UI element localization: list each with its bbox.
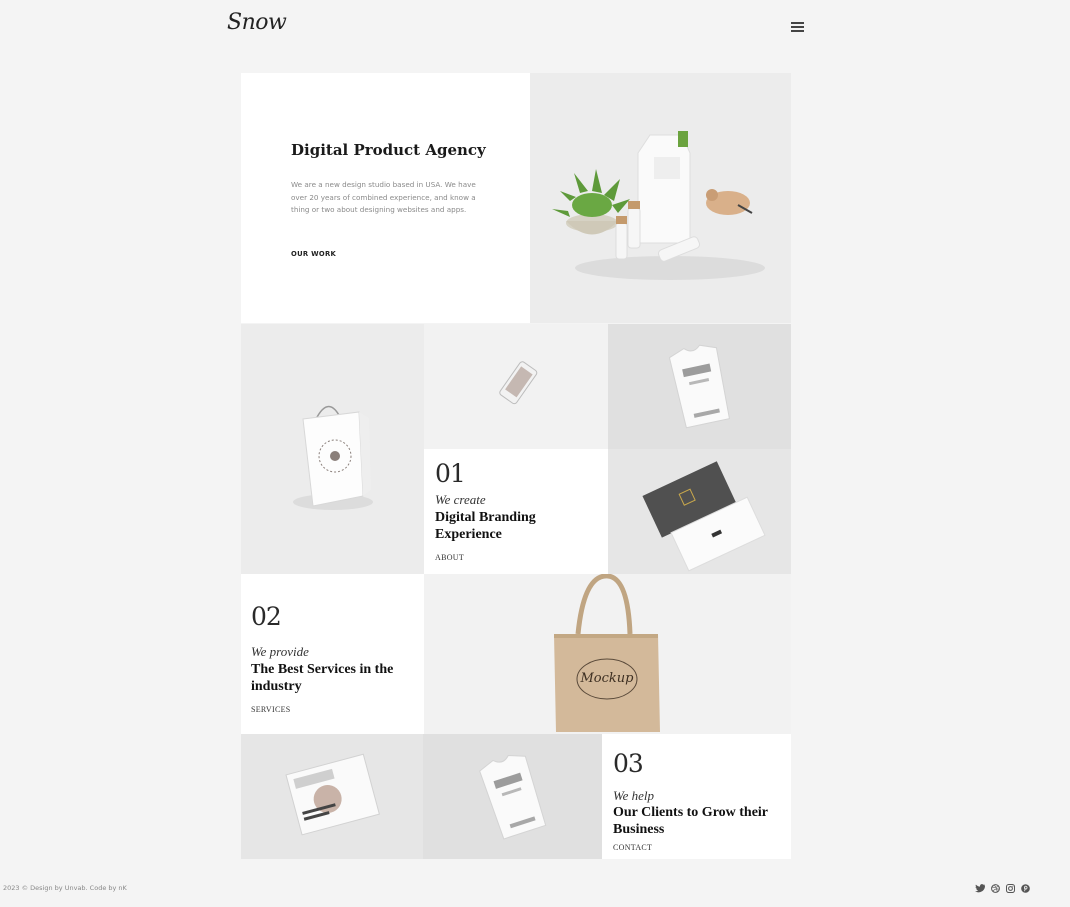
tote-bag-mockup-image[interactable]: Mockup — [424, 574, 791, 734]
feature-heading: The Best Services in the industry — [251, 662, 394, 694]
social-links — [975, 883, 1030, 893]
packaging-mockup-image[interactable] — [530, 73, 791, 323]
hamburger-menu-icon[interactable] — [791, 22, 804, 32]
feature-heading: Digital Branding Experience — [435, 510, 536, 542]
feature-01: 01 We create Digital Branding Experience… — [424, 449, 608, 574]
contact-link[interactable]: CONTACT — [613, 843, 652, 852]
phone-mockup-image[interactable] — [424, 324, 608, 449]
hero-text-block: Digital Product Agency We are a new desi… — [241, 73, 530, 323]
hero-description: We are a new design studio based in USA.… — [291, 180, 476, 214]
feature-number: 02 — [251, 602, 282, 631]
magazine-mockup-image[interactable] — [241, 734, 423, 859]
feature-heading: Our Clients to Grow their Business — [613, 805, 768, 837]
business-cards-mockup-image[interactable] — [608, 449, 791, 574]
tshirt-mockup-image-2[interactable] — [423, 734, 602, 859]
twitter-icon[interactable] — [975, 883, 985, 893]
portfolio-grid: Digital Product Agency We are a new desi… — [241, 73, 791, 859]
feature-03: 03 We help Our Clients to Grow their Bus… — [602, 734, 791, 859]
dribbble-icon[interactable] — [990, 883, 1000, 893]
shopping-bag-mockup-image[interactable] — [241, 324, 424, 574]
feature-number: 01 — [435, 459, 466, 488]
tshirt-mockup-image[interactable] — [608, 324, 791, 449]
site-header: Snow — [0, 0, 1070, 60]
feature-lead: We help — [613, 788, 655, 803]
our-work-link[interactable]: OUR WORK — [291, 250, 336, 258]
footer-copyright: 2023 © Design by Unvab. Code by nK — [3, 884, 127, 892]
feature-lead: We create — [435, 492, 486, 507]
feature-02: 02 We provide The Best Services in the i… — [241, 574, 424, 734]
services-link[interactable]: SERVICES — [251, 705, 291, 714]
instagram-icon[interactable] — [1005, 883, 1015, 893]
tote-mockup-label: Mockup — [580, 671, 635, 686]
hero-title: Digital Product Agency — [291, 141, 486, 159]
about-link[interactable]: ABOUT — [435, 553, 464, 562]
logo[interactable]: Snow — [227, 10, 287, 35]
pinterest-icon[interactable] — [1020, 883, 1030, 893]
feature-lead: We provide — [251, 644, 309, 659]
feature-number: 03 — [613, 749, 644, 778]
